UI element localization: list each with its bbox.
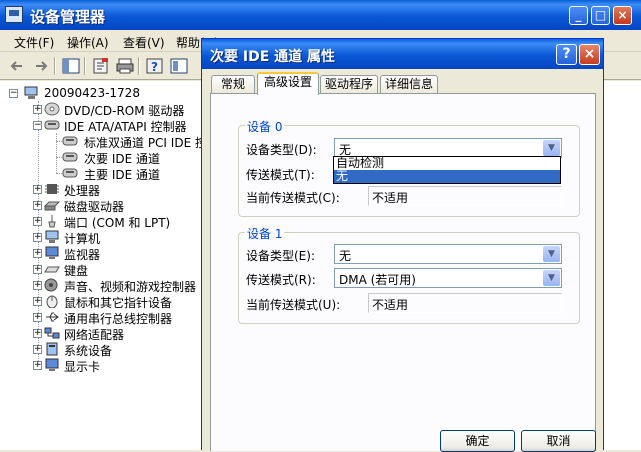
device0-current-label: 当前传送模式(C):	[246, 191, 340, 205]
device1-group-title: 设备 1	[245, 225, 285, 242]
sound-icon	[44, 278, 58, 292]
minimize-button[interactable]: _	[569, 6, 588, 25]
maximize-button[interactable]: □	[591, 6, 610, 25]
forward-icon[interactable]	[30, 56, 52, 76]
tab-panel: 设备 0 设备类型(D): 无 ▼ 传送模式(T): 当前传送模式(C): 不适…	[210, 93, 596, 452]
monitor-icon	[45, 246, 59, 259]
ide-channel-icon	[62, 152, 78, 162]
tab-driver[interactable]: 驱动程序	[320, 75, 378, 94]
tree-child-ide-pci[interactable]: 标准双通道 PCI IDE 控制器	[56, 133, 201, 149]
device1-type-select[interactable]: 无 ▼	[334, 244, 562, 264]
usb-icon	[46, 312, 59, 322]
ok-button[interactable]: 确定	[440, 430, 515, 452]
tree-item-keyboard[interactable]: + 键盘	[28, 261, 208, 278]
tab-advanced[interactable]: 高级设置	[257, 72, 319, 95]
expand-icon[interactable]: +	[33, 105, 42, 114]
help-icon[interactable]: ?	[144, 56, 166, 76]
device0-group-title: 设备 0	[245, 118, 285, 135]
expand-icon[interactable]: +	[33, 313, 42, 322]
help-button[interactable]: ?	[556, 44, 577, 65]
show-hide-tree-icon[interactable]	[60, 56, 82, 76]
keyboard-icon	[44, 266, 60, 273]
tree-item-disk[interactable]: + 磁盘驱动器	[28, 197, 208, 214]
dropdown-option-auto[interactable]: 自动检测	[334, 157, 560, 170]
expand-icon[interactable]: +	[33, 361, 42, 370]
menu-view[interactable]: 查看(V)	[123, 34, 165, 51]
tree-item-display[interactable]: + 显示卡	[28, 357, 208, 374]
tree-item-ports[interactable]: + 端口 (COM 和 LPT)	[28, 213, 208, 230]
tree-item-system[interactable]: + 系统设备	[28, 341, 208, 358]
svg-text:?: ?	[151, 60, 158, 74]
port-icon	[48, 215, 56, 228]
device1-mode-label: 传送模式(R):	[246, 273, 316, 287]
collapse-icon[interactable]: −	[9, 89, 18, 98]
expand-icon[interactable]: +	[33, 281, 42, 290]
device0-type-select[interactable]: 无 ▼	[334, 138, 562, 158]
tree-item-network[interactable]: + 网络适配器	[28, 325, 208, 342]
expand-icon[interactable]: +	[33, 329, 42, 338]
chevron-down-icon[interactable]: ▼	[543, 246, 560, 262]
device0-type-dropdown[interactable]: 自动检测 无	[333, 156, 561, 184]
processor-icon	[45, 184, 59, 194]
tree-root[interactable]: − 20090423-1728	[6, 85, 206, 101]
device-manager-icon	[5, 6, 23, 23]
view-icon[interactable]	[168, 56, 190, 76]
expand-icon[interactable]: +	[33, 345, 42, 354]
dropdown-option-none[interactable]: 无	[334, 170, 560, 183]
expand-icon[interactable]: +	[33, 217, 42, 226]
tree-child-secondary-ide[interactable]: 次要 IDE 通道	[56, 149, 201, 166]
expand-icon[interactable]: +	[33, 249, 42, 258]
expand-icon[interactable]: +	[33, 185, 42, 194]
disk-drive-icon	[44, 201, 60, 211]
properties-dialog: 次要 IDE 通道 属性 ? × 常规 高级设置 驱动程序 详细信息 设备 0 …	[201, 38, 604, 452]
expand-icon[interactable]: +	[33, 233, 42, 242]
device1-mode-select[interactable]: DMA (若可用) ▼	[334, 268, 562, 288]
tree-item-computer[interactable]: + 计算机	[28, 229, 208, 246]
window-title: 设备管理器	[30, 8, 106, 26]
menu-file[interactable]: 文件(F)	[14, 34, 54, 51]
computer-icon	[45, 230, 59, 243]
device0-current-value: 不适用	[368, 186, 562, 206]
cancel-button[interactable]: 取消	[521, 430, 596, 452]
cdrom-icon	[44, 102, 60, 116]
ide-channel-icon	[62, 168, 78, 178]
device0-type-label: 设备类型(D):	[246, 143, 317, 157]
network-adapter-icon	[44, 327, 60, 339]
chevron-down-icon[interactable]: ▼	[543, 140, 560, 156]
ide-controller-icon	[44, 120, 60, 130]
device0-mode-label: 传送模式(T):	[246, 168, 315, 182]
print-icon[interactable]	[114, 56, 136, 76]
tree-item-mouse[interactable]: + 鼠标和其它指针设备	[28, 293, 208, 310]
expand-icon[interactable]: +	[33, 297, 42, 306]
title-bar: 设备管理器 _ □ ×	[0, 0, 641, 30]
dialog-close-button[interactable]: ×	[579, 44, 600, 65]
computer-icon	[24, 86, 38, 99]
tree-item-monitor[interactable]: + 监视器	[28, 245, 208, 262]
tab-details[interactable]: 详细信息	[380, 75, 438, 94]
tree-item-processor[interactable]: + 处理器	[28, 181, 208, 198]
tree-child-primary-ide[interactable]: 主要 IDE 通道	[56, 165, 201, 182]
close-button[interactable]: ×	[613, 6, 632, 25]
collapse-icon[interactable]: −	[33, 121, 42, 130]
system-device-icon	[46, 342, 58, 356]
dialog-title-bar: 次要 IDE 通道 属性 ? ×	[202, 39, 603, 69]
tree-item-sound[interactable]: + 声音、视频和游戏控制器	[28, 277, 208, 294]
tree-item-usb[interactable]: + 通用串行总线控制器	[28, 309, 208, 326]
device1-type-label: 设备类型(E):	[246, 249, 315, 263]
menu-action[interactable]: 操作(A)	[67, 34, 109, 51]
tree-item-ide[interactable]: − IDE ATA/ATAPI 控制器	[28, 117, 218, 134]
chevron-down-icon[interactable]: ▼	[543, 270, 560, 286]
display-adapter-icon	[45, 358, 59, 371]
dialog-title: 次要 IDE 通道 属性	[210, 49, 336, 65]
device1-current-value: 不适用	[368, 293, 562, 313]
back-icon[interactable]	[6, 56, 28, 76]
tree-item-dvd[interactable]: + DVD/CD-ROM 驱动器	[28, 101, 208, 118]
device1-current-label: 当前传送模式(U):	[246, 298, 341, 312]
expand-icon[interactable]: +	[33, 201, 42, 210]
tab-general[interactable]: 常规	[211, 75, 255, 94]
expand-icon[interactable]: +	[33, 265, 42, 274]
ide-channel-icon	[62, 136, 78, 146]
properties-icon[interactable]	[90, 56, 112, 76]
mouse-icon	[46, 295, 58, 308]
